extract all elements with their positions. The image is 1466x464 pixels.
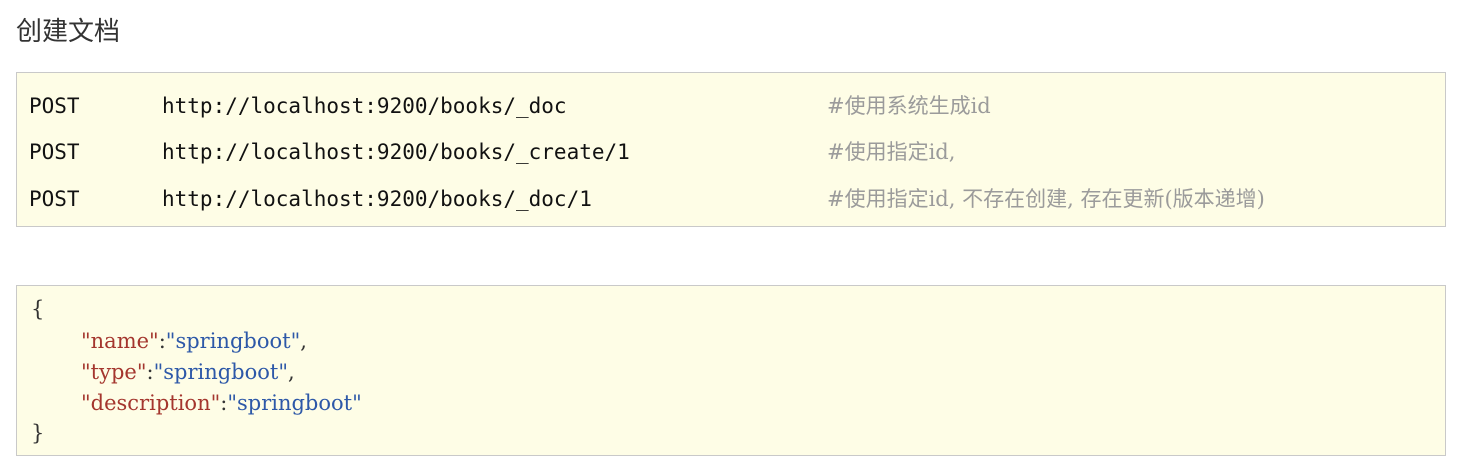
- json-open-brace: {: [31, 297, 45, 321]
- request-url: http://localhost:9200/books/_create/1: [162, 140, 630, 164]
- json-field-line: "description":"springboot": [31, 388, 362, 418]
- json-field-line: "name":"springboot",: [31, 326, 307, 356]
- request-comment: #使用系统生成id: [827, 94, 991, 118]
- json-field-line: "type":"springboot",: [31, 357, 295, 387]
- http-method: POST: [29, 187, 80, 211]
- request-comment: #使用指定id,: [827, 140, 956, 164]
- json-value: "springboot": [165, 329, 301, 353]
- json-separator: :: [146, 360, 154, 384]
- json-key: "name": [81, 329, 159, 353]
- request-line: POST http://localhost:9200/books/_doc #使…: [17, 91, 1445, 121]
- json-value: "springboot": [153, 360, 289, 384]
- json-separator: :: [158, 329, 166, 353]
- json-comma: ,: [300, 329, 307, 353]
- request-comment: #使用指定id, 不存在创建, 存在更新(版本递增): [827, 187, 1265, 211]
- http-method: POST: [29, 140, 80, 164]
- page-title: 创建文档: [16, 17, 121, 47]
- json-body-code-block: { "name":"springboot", "type":"springboo…: [16, 285, 1446, 456]
- json-key: "type": [81, 360, 147, 384]
- json-key: "description": [81, 391, 221, 415]
- json-comma: ,: [288, 360, 295, 384]
- request-line: POST http://localhost:9200/books/_create…: [17, 137, 1445, 167]
- request-code-block: POST http://localhost:9200/books/_doc #使…: [16, 72, 1446, 227]
- json-value: "springboot": [227, 391, 362, 415]
- http-method: POST: [29, 94, 80, 118]
- request-line: POST http://localhost:9200/books/_doc/1 …: [17, 184, 1445, 214]
- json-close-brace: }: [31, 421, 45, 445]
- request-url: http://localhost:9200/books/_doc: [162, 94, 567, 118]
- request-url: http://localhost:9200/books/_doc/1: [162, 187, 592, 211]
